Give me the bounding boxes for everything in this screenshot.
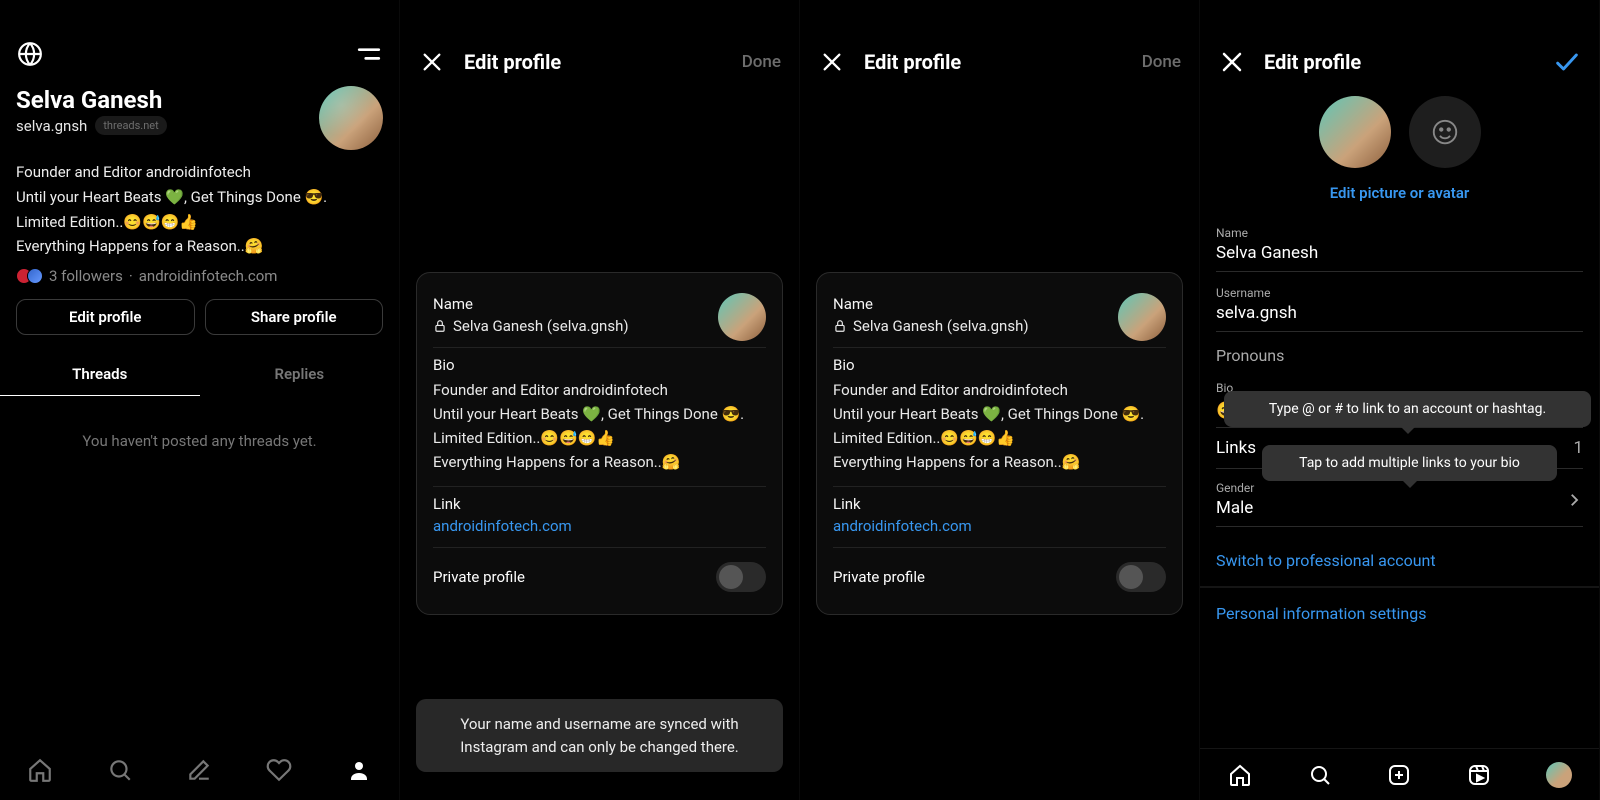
avatar-option[interactable]: [1409, 96, 1481, 168]
close-icon[interactable]: [818, 48, 846, 76]
private-profile-row[interactable]: Private profile: [833, 548, 1166, 606]
threads-profile-screen: Selva Ganesh selva.gnsh threads.net Foun…: [0, 0, 400, 800]
profile-link[interactable]: androidinfotech.com: [139, 267, 278, 285]
home-icon[interactable]: [1226, 761, 1254, 789]
page-title: Edit profile: [864, 50, 961, 74]
home-icon[interactable]: [26, 756, 54, 784]
search-icon[interactable]: [106, 756, 134, 784]
switch-professional-link[interactable]: Switch to professional account: [1200, 535, 1599, 587]
personal-info-link[interactable]: Personal information settings: [1200, 587, 1599, 639]
activity-icon[interactable]: [265, 756, 293, 784]
sync-toast: Your name and username are synced with I…: [416, 699, 783, 772]
create-icon[interactable]: [1385, 761, 1413, 789]
followers-count: 3 followers: [49, 267, 123, 285]
threads-domain-badge[interactable]: threads.net: [95, 116, 166, 135]
threads-edit-profile-screen: Edit profile Done Name Selva Ganesh (sel…: [800, 0, 1200, 800]
menu-icon[interactable]: [355, 40, 383, 68]
share-profile-button[interactable]: Share profile: [205, 299, 384, 335]
profile-tab-icon[interactable]: [1545, 761, 1573, 789]
instagram-bottom-nav: [1200, 748, 1599, 800]
avatar[interactable]: [1118, 293, 1166, 341]
private-profile-toggle[interactable]: [1116, 562, 1166, 592]
page-title: Edit profile: [464, 50, 561, 74]
status-bar: [0, 0, 399, 32]
display-name: Selva Ganesh: [16, 86, 167, 114]
globe-icon[interactable]: [16, 40, 44, 68]
private-profile-toggle[interactable]: [716, 562, 766, 592]
confirm-check-icon[interactable]: [1553, 48, 1581, 76]
follower-avatars: [16, 268, 43, 284]
edit-picture-link[interactable]: Edit picture or avatar: [1200, 168, 1599, 220]
followers-row[interactable]: 3 followers · androidinfotech.com: [0, 267, 399, 299]
tab-replies[interactable]: Replies: [200, 353, 400, 396]
pronouns-field[interactable]: Pronouns: [1216, 340, 1583, 367]
links-tooltip: Tap to add multiple links to your bio: [1262, 445, 1557, 481]
close-icon[interactable]: [1218, 48, 1246, 76]
bio-row[interactable]: Bio Founder and Editor androidinfotech U…: [433, 348, 766, 487]
profile-icon[interactable]: [345, 756, 373, 784]
name-row[interactable]: Name Selva Ganesh (selva.gnsh): [833, 287, 1166, 348]
lock-icon: [833, 319, 847, 333]
tab-threads[interactable]: Threads: [0, 353, 200, 396]
avatar[interactable]: [718, 293, 766, 341]
edit-profile-button[interactable]: Edit profile: [16, 299, 195, 335]
gender-field[interactable]: Gender Male: [1216, 475, 1583, 527]
profile-tabs: Threads Replies: [0, 353, 399, 396]
bio-hashtag-tooltip: Type @ or # to link to an account or has…: [1224, 391, 1591, 427]
avatar[interactable]: [319, 86, 383, 150]
compose-icon[interactable]: [185, 756, 213, 784]
bio-text: Founder and Editor androidinfotech Until…: [0, 150, 399, 267]
name-field[interactable]: Name Selva Ganesh: [1216, 220, 1583, 272]
username-field[interactable]: Username selva.gnsh: [1216, 280, 1583, 332]
link-row[interactable]: Link androidinfotech.com: [833, 487, 1166, 548]
chevron-right-icon: [1565, 491, 1583, 509]
done-button[interactable]: Done: [1142, 52, 1181, 72]
edit-profile-card: Name Selva Ganesh (selva.gnsh) Bio Found…: [416, 272, 783, 615]
profile-photo[interactable]: [1319, 96, 1391, 168]
search-icon[interactable]: [1306, 761, 1334, 789]
lock-icon: [433, 319, 447, 333]
bio-row[interactable]: Bio Founder and Editor androidinfotech U…: [833, 348, 1166, 487]
done-button[interactable]: Done: [742, 52, 781, 72]
close-icon[interactable]: [418, 48, 446, 76]
empty-state: You haven't posted any threads yet.: [0, 396, 399, 744]
threads-edit-profile-screen-toast: Edit profile Done Name Selva Ganesh (sel…: [400, 0, 800, 800]
name-row[interactable]: Name Selva Ganesh (selva.gnsh): [433, 287, 766, 348]
instagram-edit-profile-screen: Edit profile Edit picture or avatar Name…: [1200, 0, 1600, 800]
page-title: Edit profile: [1264, 50, 1361, 74]
private-profile-row[interactable]: Private profile: [433, 548, 766, 606]
links-count: 1: [1573, 438, 1583, 458]
link-row[interactable]: Link androidinfotech.com: [433, 487, 766, 548]
bottom-nav: [0, 744, 399, 800]
username: selva.gnsh: [16, 117, 87, 135]
reels-icon[interactable]: [1465, 761, 1493, 789]
edit-profile-card: Name Selva Ganesh (selva.gnsh) Bio Found…: [816, 272, 1183, 615]
